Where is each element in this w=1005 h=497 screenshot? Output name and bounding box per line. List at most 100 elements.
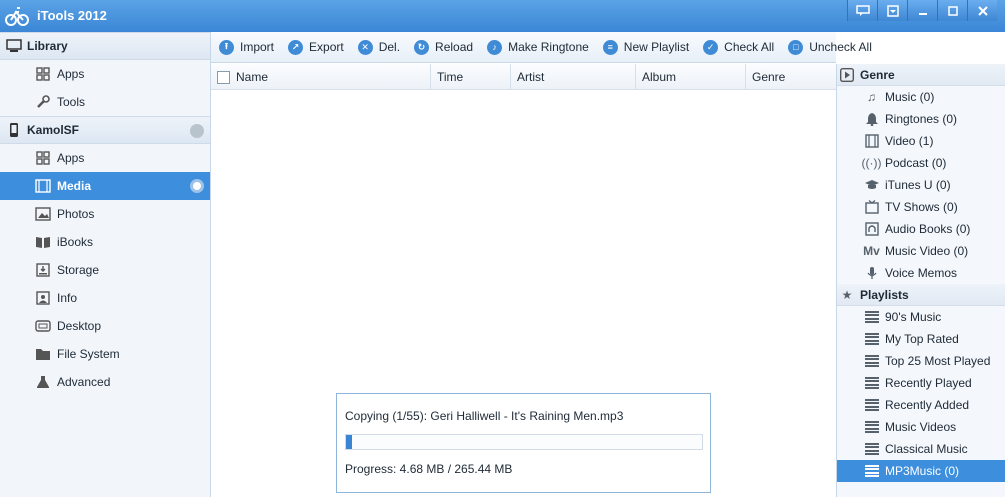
genre-item-label: TV Shows (0) bbox=[885, 200, 958, 214]
playlist-item[interactable]: Recently Added bbox=[837, 394, 1005, 416]
sidebar-item-label: Desktop bbox=[57, 319, 102, 333]
select-all-checkbox[interactable] bbox=[217, 70, 230, 84]
genre-item-label: Audio Books (0) bbox=[885, 222, 971, 236]
column-header-name[interactable]: Name bbox=[211, 64, 431, 90]
uncheck-icon: □ bbox=[788, 39, 804, 55]
sidebar-section-label: Library bbox=[27, 39, 68, 53]
genre-item-label: Ringtones (0) bbox=[885, 112, 958, 126]
sync-icon[interactable] bbox=[190, 124, 204, 138]
column-label: Album bbox=[642, 70, 677, 84]
genre-header-label: Genre bbox=[860, 67, 895, 82]
column-header-album[interactable]: Album bbox=[636, 64, 746, 90]
sidebar-item-label: Apps bbox=[57, 151, 85, 165]
column-header-time[interactable]: Time bbox=[431, 64, 511, 90]
playlist-icon bbox=[863, 353, 880, 369]
sidebar-item-library-apps[interactable]: Apps bbox=[0, 60, 210, 88]
check-all-label: Check All bbox=[724, 40, 775, 54]
playlist-item-label: Recently Played bbox=[885, 376, 972, 390]
wrench-icon bbox=[35, 94, 51, 110]
progress-bar-fill bbox=[346, 435, 353, 449]
sidebar-section-device[interactable]: KamolSF bbox=[0, 116, 210, 144]
genre-item-voice-memos[interactable]: Voice Memos bbox=[837, 262, 1005, 284]
reload-button[interactable]: ↻ Reload bbox=[414, 39, 473, 55]
sidebar-item-label: Tools bbox=[57, 95, 86, 109]
playlist-item-label: MP3Music (0) bbox=[885, 464, 960, 478]
new-playlist-button[interactable]: ≡ New Playlist bbox=[602, 39, 690, 55]
genre-item-music[interactable]: ♫ Music (0) bbox=[837, 86, 1005, 108]
genre-item-ringtones[interactable]: Ringtones (0) bbox=[837, 108, 1005, 130]
playlist-item-selected[interactable]: MP3Music (0) bbox=[837, 460, 1005, 482]
apps-icon bbox=[35, 150, 51, 166]
music-video-icon: Mv bbox=[863, 244, 880, 258]
sidebar-item-photos[interactable]: Photos bbox=[0, 200, 210, 228]
maximize-icon[interactable] bbox=[937, 0, 967, 21]
folder-icon bbox=[35, 346, 51, 362]
check-icon: ✓ bbox=[703, 39, 719, 55]
column-header-genre[interactable]: Genre bbox=[746, 64, 836, 90]
genre-item-video[interactable]: Video (1) bbox=[837, 130, 1005, 152]
playlist-item-label: Music Videos bbox=[885, 420, 957, 434]
sidebar-item-label: File System bbox=[57, 347, 120, 361]
minimize-icon[interactable] bbox=[907, 0, 937, 21]
skin-icon[interactable] bbox=[877, 0, 907, 21]
make-ringtone-button[interactable]: ♪ Make Ringtone bbox=[487, 39, 589, 55]
import-label: Import bbox=[240, 40, 275, 54]
sidebar-item-label: Storage bbox=[57, 263, 100, 277]
playlist-item[interactable]: Classical Music bbox=[837, 438, 1005, 460]
genre-item-label: Music (0) bbox=[885, 90, 935, 104]
playlist-icon: ≡ bbox=[602, 39, 618, 55]
playlist-item-label: Recently Added bbox=[885, 398, 970, 412]
graduation-cap-icon bbox=[863, 177, 880, 193]
sidebar-item-file-system[interactable]: File System bbox=[0, 340, 210, 368]
export-label: Export bbox=[309, 40, 344, 54]
playlists-header[interactable]: ★ Playlists bbox=[837, 284, 1005, 306]
new-playlist-label: New Playlist bbox=[623, 40, 690, 54]
video-icon bbox=[863, 133, 880, 149]
audiobook-icon bbox=[863, 221, 880, 237]
playlist-item[interactable]: Recently Played bbox=[837, 372, 1005, 394]
playlist-icon bbox=[863, 463, 880, 479]
play-icon bbox=[839, 67, 855, 83]
sidebar-item-apps[interactable]: Apps bbox=[0, 144, 210, 172]
feedback-icon[interactable] bbox=[847, 0, 877, 21]
playlist-item[interactable]: My Top Rated bbox=[837, 328, 1005, 350]
delete-button[interactable]: ✕ Del. bbox=[357, 39, 400, 55]
sidebar-item-desktop[interactable]: Desktop bbox=[0, 312, 210, 340]
sidebar-section-library[interactable]: Library bbox=[0, 32, 210, 60]
playlist-icon bbox=[863, 397, 880, 413]
sidebar-item-ibooks[interactable]: iBooks bbox=[0, 228, 210, 256]
sidebar-item-media[interactable]: Media bbox=[0, 172, 210, 200]
genre-header[interactable]: Genre bbox=[837, 64, 1005, 86]
sidebar-item-info[interactable]: Info bbox=[0, 284, 210, 312]
column-label: Time bbox=[437, 70, 464, 84]
progress-text: Progress: 4.68 MB / 265.44 MB bbox=[345, 462, 513, 476]
genre-item-podcast[interactable]: ((·)) Podcast (0) bbox=[837, 152, 1005, 174]
title-bar: iTools 2012 bbox=[0, 0, 1005, 32]
genre-item-itunes-u[interactable]: iTunes U (0) bbox=[837, 174, 1005, 196]
uncheck-all-label: Uncheck All bbox=[809, 40, 872, 54]
playlist-item-label: 90's Music bbox=[885, 310, 942, 324]
bell-icon bbox=[863, 111, 880, 127]
export-icon: ↗ bbox=[288, 39, 304, 55]
sidebar-section-label: KamolSF bbox=[27, 123, 80, 137]
sidebar-item-storage[interactable]: Storage bbox=[0, 256, 210, 284]
computer-icon bbox=[6, 39, 22, 53]
column-header-artist[interactable]: Artist bbox=[511, 64, 636, 90]
genre-item-label: Video (1) bbox=[885, 134, 934, 148]
export-button[interactable]: ↗ Export bbox=[288, 39, 344, 55]
sidebar-item-tools[interactable]: Tools bbox=[0, 88, 210, 116]
playlist-item[interactable]: Top 25 Most Played bbox=[837, 350, 1005, 372]
playlists-header-label: Playlists bbox=[860, 287, 909, 302]
check-all-button[interactable]: ✓ Check All bbox=[703, 39, 775, 55]
column-label: Artist bbox=[517, 70, 545, 84]
uncheck-all-button[interactable]: □ Uncheck All bbox=[788, 39, 872, 55]
close-icon[interactable] bbox=[967, 0, 997, 21]
playlist-item[interactable]: Music Videos bbox=[837, 416, 1005, 438]
playlist-item[interactable]: 90's Music bbox=[837, 306, 1005, 328]
genre-item-music-video[interactable]: Mv Music Video (0) bbox=[837, 240, 1005, 262]
sidebar-item-advanced[interactable]: Advanced bbox=[0, 368, 210, 396]
genre-item-audio-books[interactable]: Audio Books (0) bbox=[837, 218, 1005, 240]
genre-item-tv-shows[interactable]: TV Shows (0) bbox=[837, 196, 1005, 218]
import-button[interactable]: ⭱ Import bbox=[219, 39, 275, 55]
refresh-icon[interactable] bbox=[190, 179, 204, 193]
